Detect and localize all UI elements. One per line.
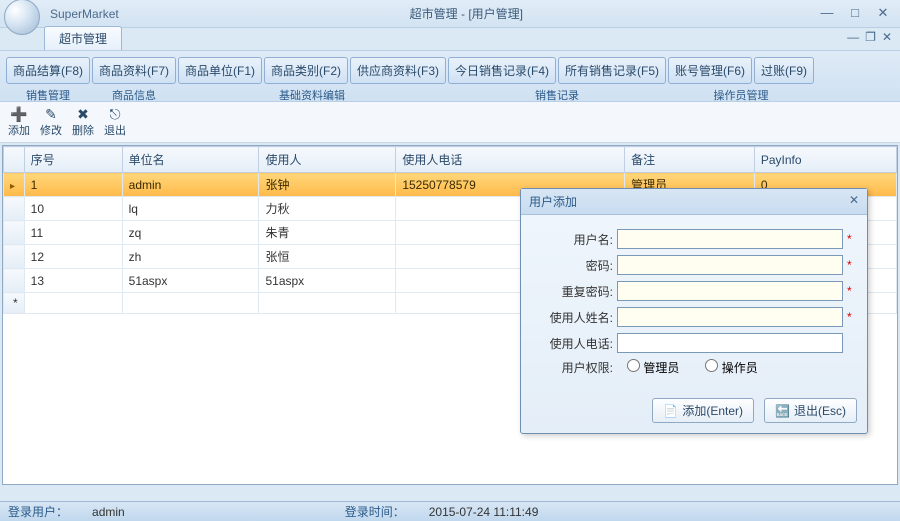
ribbon-group-label: 销售管理 bbox=[26, 87, 70, 103]
input-phone[interactable] bbox=[617, 333, 843, 353]
toolbar-exit-label: 退出 bbox=[104, 122, 126, 138]
ribbon-group-label: 销售记录 bbox=[535, 87, 579, 103]
tab-strip: 超市管理 bbox=[0, 28, 900, 50]
exit-icon: ⎋ bbox=[107, 106, 123, 122]
toolbar: ➕ 添加 ✎ 修改 ✖ 删除 ⎋ 退出 bbox=[0, 102, 900, 143]
ribbon-button[interactable]: 商品资料(F7) bbox=[92, 57, 176, 84]
ribbon-button[interactable]: 账号管理(F6) bbox=[668, 57, 752, 84]
column-header[interactable]: 序号 bbox=[24, 147, 122, 173]
ribbon-button[interactable]: 商品单位(F1) bbox=[178, 57, 262, 84]
dialog-title: 用户添加 bbox=[529, 193, 577, 210]
mdi-controls: — ❐ ✕ bbox=[847, 30, 892, 44]
input-password[interactable] bbox=[617, 255, 843, 275]
dialog-titlebar[interactable]: 用户添加 ✕ bbox=[521, 189, 867, 215]
label-password2: 重复密码: bbox=[531, 283, 617, 300]
toolbar-exit[interactable]: ⎋ 退出 bbox=[104, 106, 126, 138]
column-header[interactable]: 使用人 bbox=[259, 147, 396, 173]
toolbar-add[interactable]: ➕ 添加 bbox=[8, 106, 30, 138]
label-username: 用户名: bbox=[531, 231, 617, 248]
dialog-add-button[interactable]: 📄 添加(Enter) bbox=[652, 398, 754, 423]
maximize-button[interactable]: □ bbox=[842, 5, 868, 23]
ribbon-button[interactable]: 供应商资料(F3) bbox=[350, 57, 446, 84]
dialog-close-icon[interactable]: ✕ bbox=[849, 193, 859, 210]
ribbon-button[interactable]: 今日销售记录(F4) bbox=[448, 57, 556, 84]
label-role: 用户权限: bbox=[531, 359, 617, 376]
toolbar-add-label: 添加 bbox=[8, 122, 30, 138]
ribbon-group: 商品单位(F1)商品类别(F2)供应商资料(F3) 基础资料编辑 bbox=[178, 57, 446, 101]
status-time-label: 登录时间： bbox=[345, 503, 405, 520]
column-header[interactable]: 使用人电话 bbox=[396, 147, 625, 173]
ribbon-group: 商品资料(F7) 商品信息 bbox=[92, 57, 176, 101]
label-password: 密码: bbox=[531, 257, 617, 274]
radio-admin[interactable]: 管理员 bbox=[627, 359, 679, 376]
ribbon-group: 今日销售记录(F4)所有销售记录(F5) 销售记录 bbox=[448, 57, 666, 101]
ribbon-group: 账号管理(F6)过账(F9) 操作员管理 bbox=[668, 57, 814, 101]
dialog-exit-button[interactable]: 🔙 退出(Esc) bbox=[764, 398, 857, 423]
required-mark: * bbox=[847, 310, 857, 324]
input-realname[interactable] bbox=[617, 307, 843, 327]
ribbon-button[interactable]: 商品类别(F2) bbox=[264, 57, 348, 84]
mdi-minimize[interactable]: — bbox=[847, 30, 859, 44]
add-icon: 📄 bbox=[663, 404, 678, 418]
input-password2[interactable] bbox=[617, 281, 843, 301]
input-username[interactable] bbox=[617, 229, 843, 249]
delete-icon: ✖ bbox=[75, 106, 91, 122]
tab-main[interactable]: 超市管理 bbox=[44, 26, 122, 50]
required-mark: * bbox=[847, 258, 857, 272]
radio-operator[interactable]: 操作员 bbox=[705, 359, 757, 376]
ribbon-group: 商品结算(F8) 销售管理 bbox=[6, 57, 90, 101]
required-mark: * bbox=[847, 284, 857, 298]
mdi-close[interactable]: ✕ bbox=[882, 30, 892, 44]
app-orb[interactable] bbox=[4, 0, 40, 35]
ribbon-group-label: 操作员管理 bbox=[714, 87, 769, 103]
edit-icon: ✎ bbox=[43, 106, 59, 122]
status-time-value: 2015-07-24 11:11:49 bbox=[429, 505, 539, 519]
ribbon: 商品结算(F8) 销售管理 商品资料(F7) 商品信息 商品单位(F1)商品类别(F2)… bbox=[0, 50, 900, 102]
toolbar-delete[interactable]: ✖ 删除 bbox=[72, 106, 94, 138]
add-user-dialog: 用户添加 ✕ 用户名: * 密码: * 重复密码: * 使用人姓名: * 使用人… bbox=[520, 188, 868, 434]
close-button[interactable]: ✕ bbox=[870, 5, 896, 23]
app-name: SuperMarket bbox=[50, 7, 119, 21]
label-realname: 使用人姓名: bbox=[531, 309, 617, 326]
status-user-value: admin bbox=[92, 505, 125, 519]
label-phone: 使用人电话: bbox=[531, 335, 617, 352]
statusbar: 登录用户： admin 登录时间： 2015-07-24 11:11:49 bbox=[0, 501, 900, 521]
required-mark: * bbox=[847, 232, 857, 246]
ribbon-group-label: 基础资料编辑 bbox=[279, 87, 345, 103]
exit-icon: 🔙 bbox=[775, 404, 790, 418]
status-user-label: 登录用户： bbox=[8, 503, 68, 520]
add-icon: ➕ bbox=[11, 106, 27, 122]
ribbon-button[interactable]: 商品结算(F8) bbox=[6, 57, 90, 84]
titlebar: SuperMarket 超市管理 - [用户管理] — □ ✕ bbox=[0, 0, 900, 28]
column-header[interactable]: PayInfo bbox=[754, 147, 896, 173]
mdi-restore[interactable]: ❐ bbox=[865, 30, 876, 44]
toolbar-edit[interactable]: ✎ 修改 bbox=[40, 106, 62, 138]
window-title: 超市管理 - [用户管理] bbox=[119, 5, 814, 22]
ribbon-group-label: 商品信息 bbox=[112, 87, 156, 103]
toolbar-delete-label: 删除 bbox=[72, 122, 94, 138]
column-header[interactable]: 备注 bbox=[625, 147, 755, 173]
column-header[interactable]: 单位名 bbox=[122, 147, 259, 173]
minimize-button[interactable]: — bbox=[814, 5, 840, 23]
toolbar-edit-label: 修改 bbox=[40, 122, 62, 138]
ribbon-button[interactable]: 过账(F9) bbox=[754, 57, 814, 84]
ribbon-button[interactable]: 所有销售记录(F5) bbox=[558, 57, 666, 84]
